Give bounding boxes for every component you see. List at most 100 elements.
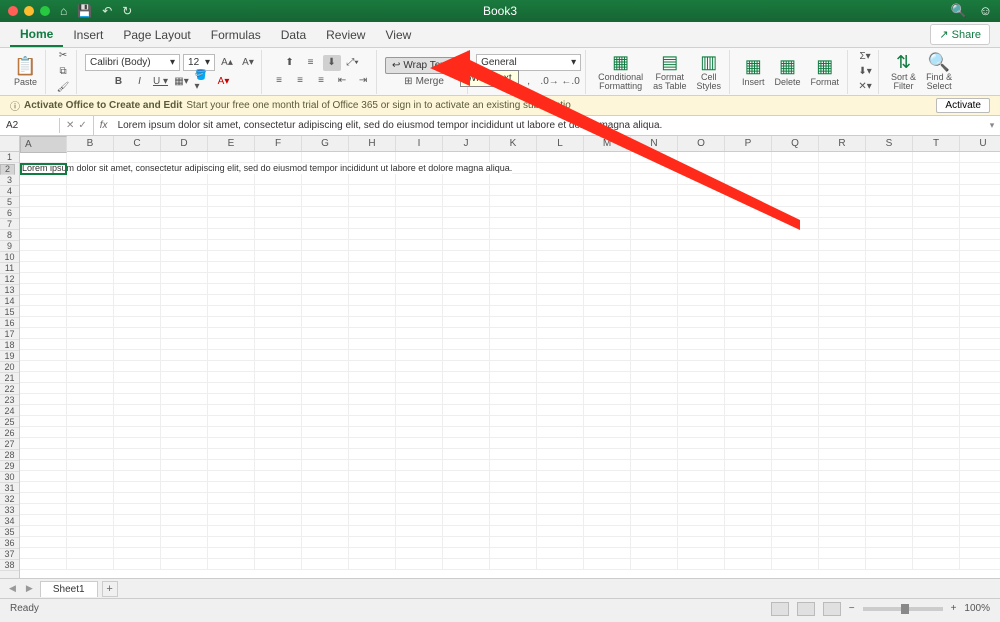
col-header-N[interactable]: N xyxy=(631,136,678,151)
font-name-select[interactable]: Calibri (Body)▾ xyxy=(85,54,180,71)
underline-button[interactable]: U ▾ xyxy=(152,73,170,89)
font-size-select[interactable]: 12▾ xyxy=(183,54,215,71)
row-header-10[interactable]: 10 xyxy=(0,252,19,263)
maximize-window-icon[interactable] xyxy=(40,6,50,16)
tab-view[interactable]: View xyxy=(375,24,421,46)
row-header-14[interactable]: 14 xyxy=(0,296,19,307)
name-box[interactable]: A2 xyxy=(0,118,60,133)
row-header-31[interactable]: 31 xyxy=(0,483,19,494)
share-button[interactable]: ↗ Share xyxy=(930,24,990,45)
col-header-G[interactable]: G xyxy=(302,136,349,151)
delete-cells-button[interactable]: ▦Delete xyxy=(771,54,805,89)
row-header-5[interactable]: 5 xyxy=(0,197,19,208)
border-button[interactable]: ▦▾ xyxy=(173,73,191,89)
row-8[interactable] xyxy=(20,229,1000,240)
select-all-corner[interactable] xyxy=(0,136,20,152)
col-header-B[interactable]: B xyxy=(67,136,114,151)
row-header-1[interactable]: 1 xyxy=(0,152,19,163)
row-30[interactable] xyxy=(20,471,1000,482)
row-header-28[interactable]: 28 xyxy=(0,450,19,461)
row-13[interactable] xyxy=(20,284,1000,295)
row-38[interactable] xyxy=(20,559,1000,570)
row-header-7[interactable]: 7 xyxy=(0,219,19,230)
col-header-D[interactable]: D xyxy=(161,136,208,151)
search-icon[interactable]: 🔍 xyxy=(951,3,967,19)
row-header-16[interactable]: 16 xyxy=(0,318,19,329)
sort-filter-button[interactable]: ⇅Sort & Filter xyxy=(887,50,920,93)
row-14[interactable] xyxy=(20,295,1000,306)
font-color-button[interactable]: A▾ xyxy=(215,73,233,89)
row-22[interactable] xyxy=(20,383,1000,394)
row-header-22[interactable]: 22 xyxy=(0,384,19,395)
tab-insert[interactable]: Insert xyxy=(63,24,113,46)
col-header-F[interactable]: F xyxy=(255,136,302,151)
activate-button[interactable]: Activate xyxy=(936,98,990,113)
row-27[interactable] xyxy=(20,438,1000,449)
row-header-9[interactable]: 9 xyxy=(0,241,19,252)
col-header-R[interactable]: R xyxy=(819,136,866,151)
minimize-window-icon[interactable] xyxy=(24,6,34,16)
col-header-I[interactable]: I xyxy=(396,136,443,151)
decrease-decimal-icon[interactable]: ←.0 xyxy=(562,73,580,89)
align-left-icon[interactable]: ≡ xyxy=(270,73,288,89)
zoom-out-icon[interactable]: − xyxy=(849,603,855,614)
increase-font-icon[interactable]: A▴ xyxy=(218,55,236,71)
row-10[interactable] xyxy=(20,251,1000,262)
row-header-35[interactable]: 35 xyxy=(0,527,19,538)
row-header-13[interactable]: 13 xyxy=(0,285,19,296)
cut-icon[interactable]: ✂ xyxy=(54,49,72,62)
decrease-indent-icon[interactable]: ⇤ xyxy=(333,73,351,89)
fill-color-button[interactable]: 🪣▾ xyxy=(194,73,212,89)
bold-button[interactable]: B xyxy=(110,73,128,89)
copy-icon[interactable]: ⧉ xyxy=(54,65,72,78)
row-headers[interactable]: 1234567891011121314151617181920212223242… xyxy=(0,152,20,578)
tab-review[interactable]: Review xyxy=(316,24,375,46)
row-header-27[interactable]: 27 xyxy=(0,439,19,450)
align-bottom-icon[interactable]: ⬇ xyxy=(323,55,341,71)
row-header-36[interactable]: 36 xyxy=(0,538,19,549)
row-26[interactable] xyxy=(20,427,1000,438)
zoom-in-icon[interactable]: + xyxy=(951,603,957,614)
col-header-A[interactable]: A xyxy=(20,136,67,153)
row-header-37[interactable]: 37 xyxy=(0,549,19,560)
tab-data[interactable]: Data xyxy=(271,24,316,46)
row-37[interactable] xyxy=(20,548,1000,559)
tab-page-layout[interactable]: Page Layout xyxy=(113,24,200,46)
increase-indent-icon[interactable]: ⇥ xyxy=(354,73,372,89)
wrap-text-button[interactable]: ↩ Wrap Text ▾ xyxy=(385,57,463,74)
fx-label[interactable]: fx xyxy=(94,120,114,131)
row-32[interactable] xyxy=(20,493,1000,504)
row-23[interactable] xyxy=(20,394,1000,405)
row-header-6[interactable]: 6 xyxy=(0,208,19,219)
row-header-32[interactable]: 32 xyxy=(0,494,19,505)
column-headers[interactable]: ABCDEFGHIJKLMNOPQRSTU xyxy=(20,136,1000,152)
col-header-E[interactable]: E xyxy=(208,136,255,151)
row-33[interactable] xyxy=(20,504,1000,515)
row-header-38[interactable]: 38 xyxy=(0,560,19,571)
comma-icon[interactable]: , xyxy=(520,73,538,89)
normal-view-icon[interactable] xyxy=(771,602,789,616)
row-1[interactable] xyxy=(20,152,1000,163)
autosum-icon[interactable]: Σ▾ xyxy=(856,50,874,63)
row-25[interactable] xyxy=(20,416,1000,427)
merge-icon[interactable]: ⊞ xyxy=(404,76,412,87)
align-top-icon[interactable]: ⬆ xyxy=(281,55,299,71)
save-icon[interactable]: 💾 xyxy=(77,4,92,18)
row-11[interactable] xyxy=(20,262,1000,273)
col-header-Q[interactable]: Q xyxy=(772,136,819,151)
tab-formulas[interactable]: Formulas xyxy=(201,24,271,46)
expand-formula-bar-icon[interactable]: ▾ xyxy=(984,120,1000,131)
row-36[interactable] xyxy=(20,537,1000,548)
row-header-4[interactable]: 4 xyxy=(0,186,19,197)
row-24[interactable] xyxy=(20,405,1000,416)
tab-home[interactable]: Home xyxy=(10,23,63,47)
row-16[interactable] xyxy=(20,317,1000,328)
increase-decimal-icon[interactable]: .0→ xyxy=(541,73,559,89)
sheet-nav-next-icon[interactable]: ▶ xyxy=(23,583,36,594)
accept-formula-icon[interactable]: ✓ xyxy=(78,120,86,131)
spreadsheet-grid[interactable]: ABCDEFGHIJKLMNOPQRSTU 123456789101112131… xyxy=(0,136,1000,578)
paste-button[interactable]: 📋 Paste xyxy=(10,54,41,89)
format-as-table-button[interactable]: ▤Format as Table xyxy=(649,50,690,93)
row-header-2[interactable]: 2 xyxy=(0,164,15,175)
row-header-34[interactable]: 34 xyxy=(0,516,19,527)
